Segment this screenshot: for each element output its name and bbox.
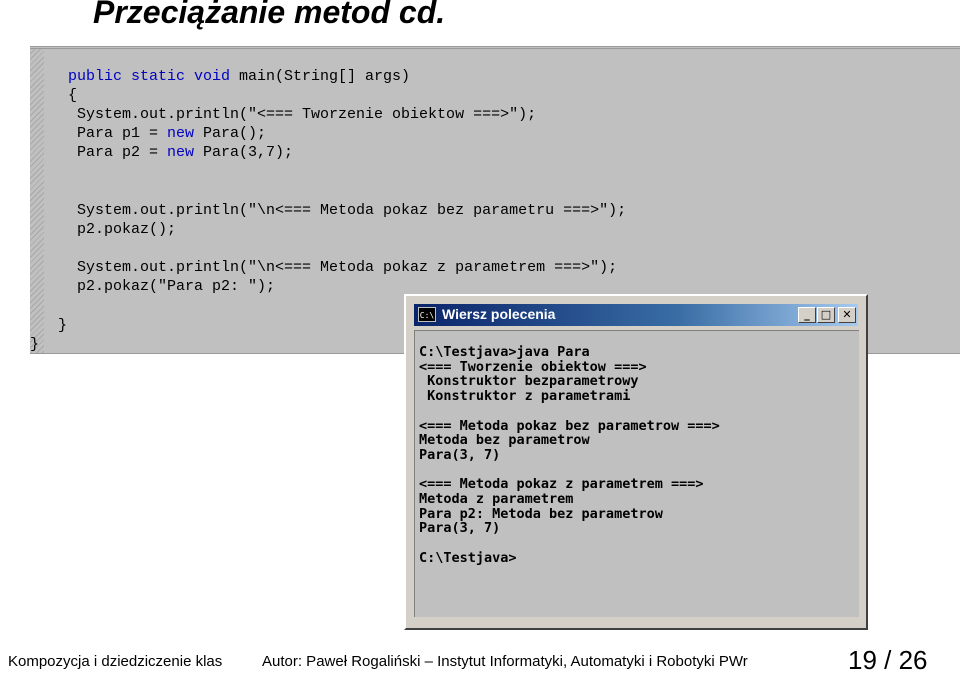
maximize-button[interactable]: □ (817, 307, 835, 323)
console-line: Para(3, 7) (419, 446, 501, 463)
code-line: Para p1 = new Para(); (68, 124, 266, 143)
code-line: public static void main(String[] args) (68, 67, 410, 86)
code-line: } (30, 335, 39, 354)
command-prompt-window[interactable]: C:\ Wiersz polecenia _ □ ✕ C:\Testjava>j… (404, 294, 868, 630)
code-line: System.out.println("<=== Tworzenie obiek… (68, 105, 536, 124)
code-text: Para(); (194, 125, 267, 142)
page-number: 19 / 26 (848, 645, 928, 675)
code-keyword: public static void (68, 68, 231, 85)
code-text: System.out.println("\n<=== Metoda pokaz … (68, 202, 627, 219)
code-text: System.out.println("\n<=== Metoda pokaz … (68, 259, 618, 276)
code-text: } (30, 336, 40, 353)
code-text: System.out.println("<=== Tworzenie obiek… (68, 106, 537, 123)
code-text: main(String[] args) (230, 68, 411, 85)
code-line: Para p2 = new Para(3,7); (68, 143, 293, 162)
code-panel-hatch (30, 49, 44, 353)
code-text: Para p2 = (68, 144, 168, 161)
window-titlebar[interactable]: C:\ Wiersz polecenia _ □ ✕ (414, 304, 858, 326)
close-button[interactable]: ✕ (838, 307, 856, 323)
code-text: p2.pokaz(); (68, 221, 177, 238)
code-keyword: new (167, 144, 195, 161)
footer-course-title: Kompozycja i dziedziczenie klas (8, 653, 223, 670)
slide-title: Przeciążanie metod cd. (93, 0, 446, 30)
minimize-button[interactable]: _ (798, 307, 816, 323)
code-keyword: new (167, 125, 195, 142)
code-text: Para(3,7); (194, 144, 294, 161)
console-line: Konstruktor z parametrami (419, 388, 631, 405)
console-line: Metoda z parametrem (419, 491, 574, 507)
code-line: p2.pokaz(); (68, 220, 176, 239)
console-line: Para(3, 7) (419, 520, 501, 537)
code-text: { (68, 87, 78, 104)
code-text: } (58, 317, 68, 334)
console-app-icon: C:\ (418, 307, 436, 322)
footer-author: Autor: Paweł Rogaliński – Instytut Infor… (262, 653, 748, 670)
code-line: System.out.println("\n<=== Metoda pokaz … (68, 201, 626, 220)
console-line: C:\Testjava> (419, 549, 517, 566)
console-line: C:\Testjava>java Para (419, 344, 590, 360)
code-text: p2.pokaz("Para p2: "); (68, 278, 276, 295)
code-line: } (58, 316, 67, 335)
console-output[interactable]: C:\Testjava>java Para <=== Tworzenie obie… (414, 330, 859, 617)
code-text: Para p1 = (68, 125, 168, 142)
code-line: { (68, 86, 77, 105)
code-line: p2.pokaz("Para p2: "); (68, 277, 275, 296)
window-title: Wiersz polecenia (442, 306, 556, 322)
code-line: System.out.println("\n<=== Metoda pokaz … (68, 258, 617, 277)
console-line: Metoda bez parametrow (419, 432, 590, 449)
